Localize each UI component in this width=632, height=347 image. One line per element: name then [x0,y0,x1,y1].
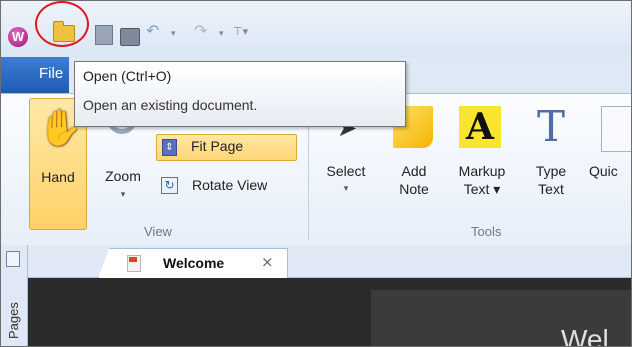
add-note-label-1: Add [401,163,427,179]
markup-text-button[interactable]: A Markup Text ▾ [449,94,515,222]
undo-icon[interactable]: ↶ [146,21,168,43]
rotate-icon: ↻ [161,177,178,194]
open-tooltip: Open (Ctrl+O) Open an existing document. [74,61,406,127]
markup-text-label-2: Text ▾ [463,181,501,197]
document-icon [127,255,141,272]
zoom-label: Zoom [105,168,141,184]
pages-label: Pages [6,302,21,339]
welcome-heading: Wel [561,324,609,347]
app-logo-icon[interactable]: W [8,27,28,47]
hand-icon: ✋ [38,108,83,149]
file-tab[interactable]: File [1,57,69,93]
tools-group-label: Tools [471,224,502,239]
select-label: Select [326,163,366,179]
tooltip-title: Open (Ctrl+O) [83,68,172,84]
type-text-label-2: Text [538,181,564,197]
rotate-view-label: Rotate View [192,177,268,193]
type-text-icon: T [536,102,565,151]
hand-label: Hand [41,169,75,185]
add-note-label-2: Note [399,181,429,197]
print-icon[interactable] [120,28,140,46]
quick-access-toolbar: W ↶ ▾ ↷ ▾ ⊤▾ [1,1,631,57]
customize-qat-button[interactable]: ⊤▾ [233,25,248,47]
close-icon[interactable]: × [261,253,274,271]
quick-label: Quic [589,163,618,179]
fit-page-icon: ⇕ [162,139,177,156]
markup-text-label-1: Markup [458,163,506,179]
redo-icon[interactable]: ↷ [194,21,216,43]
pages-panel[interactable]: Pages [1,245,28,346]
document-area: Wel [28,278,631,347]
fit-page-button[interactable]: ⇕ Fit Page [156,134,297,161]
signature-icon [601,106,631,152]
chevron-down-icon: ▾ [343,184,349,194]
type-text-label-1: Type [535,163,567,179]
tab-welcome[interactable]: Welcome × [98,248,288,278]
welcome-page: Wel [371,290,631,347]
view-group-label: View [144,224,172,239]
pages-icon [6,251,20,267]
tab-welcome-label: Welcome [163,255,225,271]
app-window: W ↶ ▾ ↷ ▾ ⊤▾ File ✋ Hand Zoom ▾ ⇕ Fit Pa… [0,0,632,347]
quick-sign-button[interactable]: Quic [581,94,631,222]
rotate-view-button[interactable]: ↻ Rotate View [156,174,306,200]
highlight-circle [35,1,89,47]
save-icon[interactable] [95,25,113,45]
type-text-button[interactable]: T Type Text [525,94,577,222]
undo-dropdown[interactable]: ▾ [171,29,176,51]
markup-text-icon: A [459,106,501,148]
chevron-down-icon: ▾ [120,190,126,200]
tooltip-description: Open an existing document. [83,97,258,113]
redo-dropdown[interactable]: ▾ [219,29,224,51]
fit-page-label: Fit Page [191,138,244,154]
document-tabstrip: Welcome × [28,245,631,278]
